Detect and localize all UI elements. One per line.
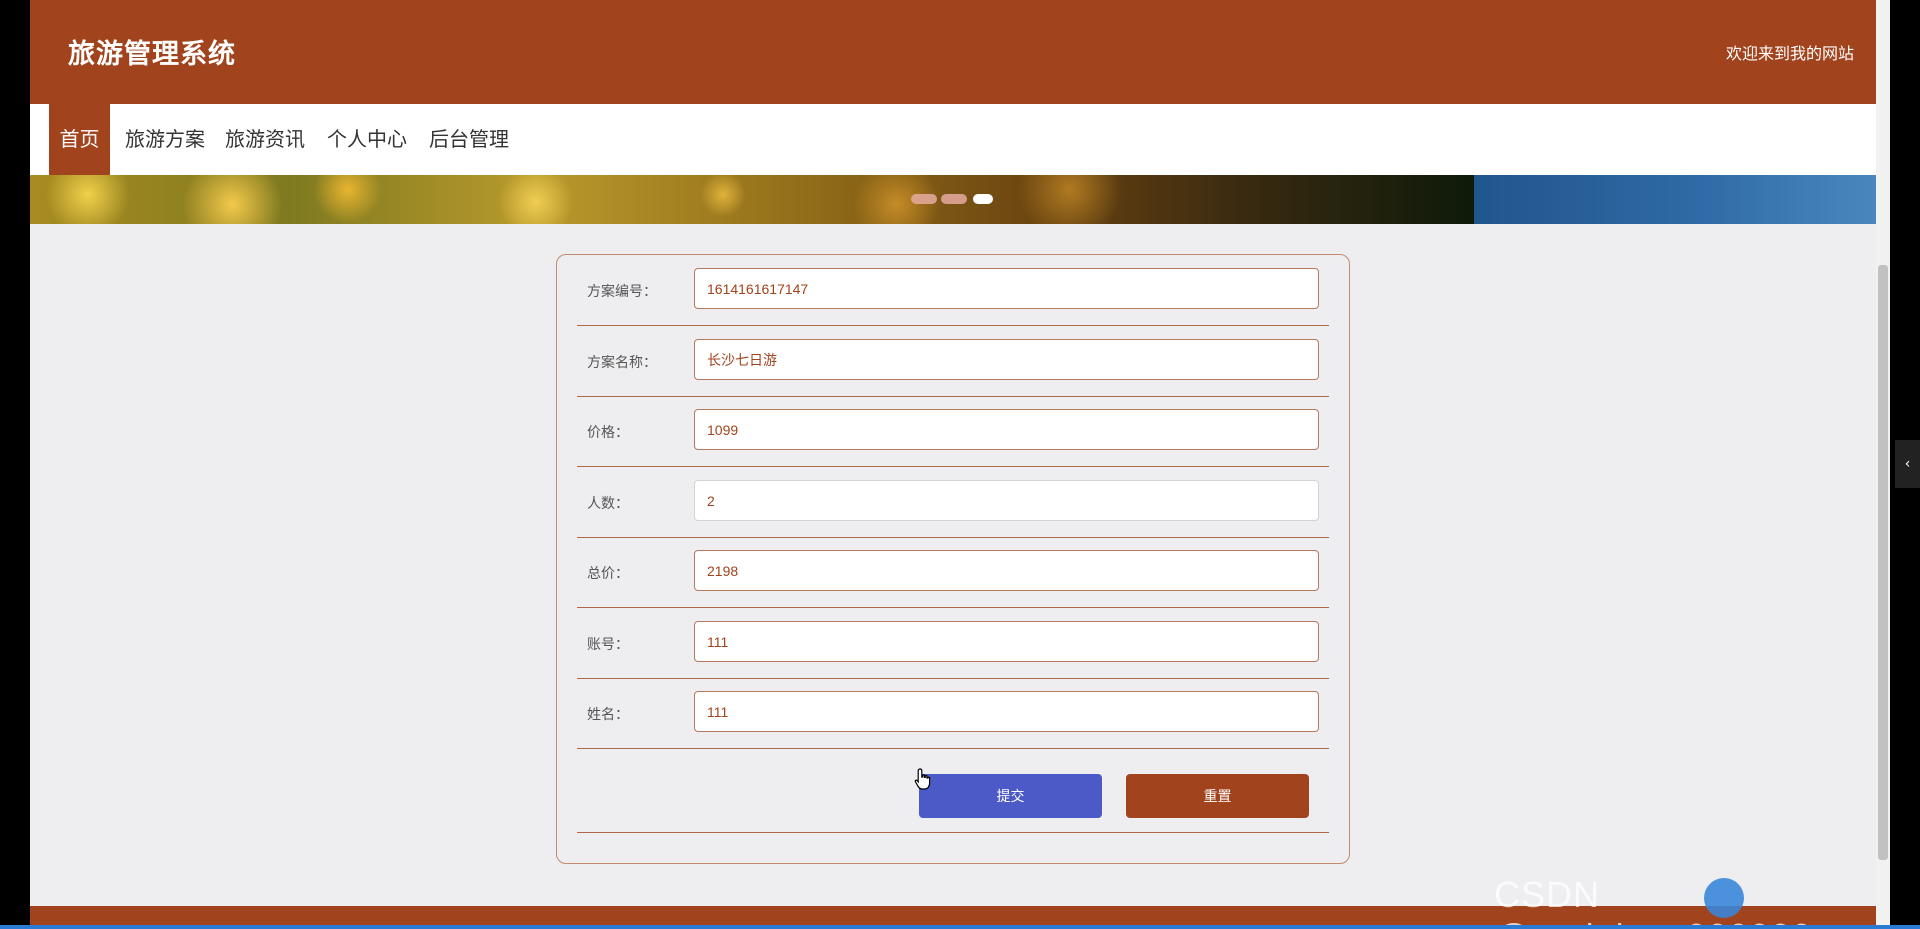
plan-name-label: 方案名称： xyxy=(587,355,657,371)
page-scrollbar[interactable] xyxy=(1876,0,1890,929)
reset-button[interactable]: 重置 xyxy=(1126,774,1309,818)
form-row-plan-name: 方案名称： xyxy=(577,326,1329,397)
floating-assistant-button[interactable] xyxy=(1704,878,1744,918)
account-label: 账号： xyxy=(587,637,629,653)
people-input[interactable] xyxy=(694,480,1319,521)
carousel-dot-3[interactable] xyxy=(973,194,993,204)
site-title: 旅游管理系统 xyxy=(68,39,236,70)
page: 旅游管理系统 欢迎来到我的网站 首页 旅游方案 旅游资讯 个人中心 后台管理 方… xyxy=(30,0,1884,929)
people-label: 人数： xyxy=(587,496,629,512)
form-row-plan-id: 方案编号： xyxy=(577,255,1329,326)
price-input[interactable] xyxy=(694,409,1319,450)
taskbar-line xyxy=(0,925,1920,929)
form-row-total: 总价： xyxy=(577,537,1329,608)
carousel-dot-2[interactable] xyxy=(941,194,967,204)
plan-name-input[interactable] xyxy=(694,339,1319,380)
carousel-dot-1[interactable] xyxy=(911,194,937,204)
total-label: 总价： xyxy=(587,566,629,582)
banner-image-next xyxy=(1474,175,1876,224)
plan-id-input[interactable] xyxy=(694,268,1319,309)
name-input[interactable] xyxy=(694,691,1319,732)
form-row-price: 价格： xyxy=(577,396,1329,467)
name-label: 姓名： xyxy=(587,707,629,723)
hand-cursor-icon xyxy=(914,768,931,790)
plan-id-label: 方案编号： xyxy=(587,284,657,300)
nav-item-personal-center[interactable]: 个人中心 xyxy=(322,104,412,175)
nav-item-travel-news[interactable]: 旅游资讯 xyxy=(220,104,310,175)
form-actions: 提交 重置 xyxy=(577,752,1329,833)
main-nav: 首页 旅游方案 旅游资讯 个人中心 后台管理 xyxy=(30,104,1876,175)
chevron-left-icon[interactable]: ‹ xyxy=(1895,440,1920,488)
booking-form: 方案编号： 方案名称： 价格： 人数： 总价： 账号： 姓名： xyxy=(556,254,1350,864)
price-label: 价格： xyxy=(587,425,629,441)
form-row-people: 人数： xyxy=(577,467,1329,538)
banner-image xyxy=(30,175,1474,224)
top-header: 旅游管理系统 欢迎来到我的网站 xyxy=(30,0,1884,104)
nav-item-home[interactable]: 首页 xyxy=(49,104,110,175)
scrollbar-thumb[interactable] xyxy=(1878,265,1888,860)
welcome-text: 欢迎来到我的网站 xyxy=(1725,44,1854,63)
banner-carousel[interactable] xyxy=(30,175,1876,224)
total-input[interactable] xyxy=(694,550,1319,591)
account-input[interactable] xyxy=(694,621,1319,662)
submit-button[interactable]: 提交 xyxy=(919,774,1102,818)
form-row-name: 姓名： xyxy=(577,678,1329,749)
nav-item-travel-plans[interactable]: 旅游方案 xyxy=(120,104,210,175)
form-row-account: 账号： xyxy=(577,608,1329,679)
nav-item-admin[interactable]: 后台管理 xyxy=(424,104,514,175)
